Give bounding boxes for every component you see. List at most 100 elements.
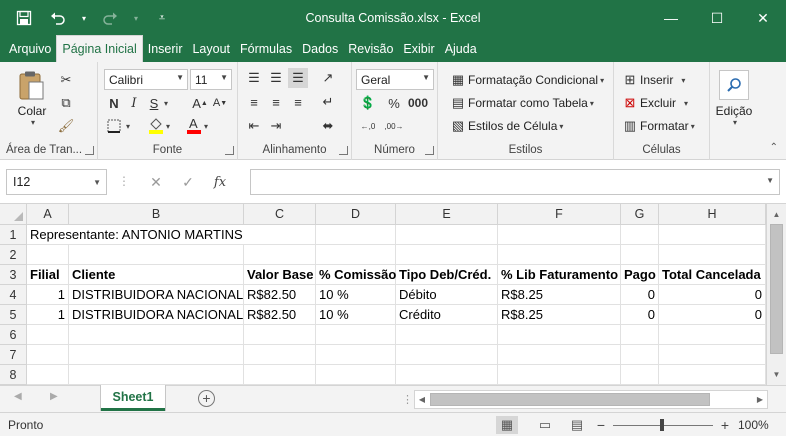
editing-button[interactable]: Edição ▾ <box>712 70 756 127</box>
orientation-icon[interactable]: ↗ <box>318 68 338 88</box>
cell-styles-button[interactable]: ▧ Estilos de Célula ▾ <box>448 116 564 136</box>
cell-d6[interactable] <box>316 325 396 345</box>
table-cell-tipo[interactable]: Crédito <box>396 305 498 325</box>
increase-font-icon[interactable]: A ▲ <box>190 93 210 113</box>
scroll-down-icon[interactable]: ▼ <box>767 366 786 383</box>
merge-center-icon[interactable]: ⬌ <box>318 116 338 136</box>
next-sheet-icon[interactable]: ▶ <box>50 391 58 402</box>
table-cell-total-cancelada[interactable]: 0 <box>659 305 766 325</box>
cell-f2[interactable] <box>498 245 621 265</box>
cell-b7[interactable] <box>69 345 244 365</box>
undo-icon[interactable] <box>46 6 70 30</box>
cell-a2[interactable] <box>27 245 69 265</box>
vertical-scroll-thumb[interactable] <box>770 224 783 354</box>
row-header-4[interactable]: 4 <box>0 285 27 305</box>
undo-dropdown-icon[interactable]: ▾ <box>80 6 88 30</box>
normal-view-icon[interactable]: ▦ <box>496 416 518 434</box>
header-comissao[interactable]: % Comissão <box>316 265 396 285</box>
cell-d7[interactable] <box>316 345 396 365</box>
cell-h2[interactable] <box>659 245 766 265</box>
cell-e1[interactable] <box>396 225 498 245</box>
align-center-icon[interactable]: ≡ <box>266 92 286 112</box>
table-cell-filial[interactable]: 1 <box>27 285 69 305</box>
accounting-icon[interactable]: 💲 <box>358 93 378 113</box>
table-cell-comissao[interactable]: 10 % <box>316 305 396 325</box>
cell-a7[interactable] <box>27 345 69 365</box>
tab-split-handle-icon[interactable]: ⋮ <box>402 393 413 406</box>
copy-icon[interactable]: ⧉ <box>56 93 76 113</box>
tab-layout[interactable]: Layout <box>187 36 235 62</box>
cell-g6[interactable] <box>621 325 659 345</box>
table-cell-lib-faturamento[interactable]: R$8.25 <box>498 285 621 305</box>
column-header-e[interactable]: E <box>396 204 498 225</box>
font-color-dropdown-icon[interactable]: ▾ <box>204 122 208 131</box>
header-filial[interactable]: Filial <box>27 265 69 285</box>
font-name-combo[interactable]: Calibri ▼ <box>104 69 188 90</box>
insert-cells-button[interactable]: ⊞ Inserir ▾ <box>620 70 686 90</box>
paste-button[interactable]: Colar ▾ <box>14 70 50 127</box>
tab-exibir[interactable]: Exibir <box>398 36 439 62</box>
zoom-slider[interactable]: − + <box>595 417 731 433</box>
number-launcher-icon[interactable] <box>425 146 434 155</box>
table-cell-filial[interactable]: 1 <box>27 305 69 325</box>
align-bottom-icon[interactable]: ☰ <box>288 68 308 88</box>
table-cell-pago[interactable]: 0 <box>621 285 659 305</box>
cell-d1[interactable] <box>316 225 396 245</box>
font-launcher-icon[interactable] <box>225 146 234 155</box>
format-painter-icon[interactable]: 🖌 <box>56 116 76 136</box>
column-header-c[interactable]: C <box>244 204 316 225</box>
cell-e8[interactable] <box>396 365 498 385</box>
table-cell-comissao[interactable]: 10 % <box>316 285 396 305</box>
worksheet-grid[interactable]: A B C D E F G H 1 2 3 4 5 6 7 8 Represen… <box>0 204 766 385</box>
cell-g7[interactable] <box>621 345 659 365</box>
cell-e7[interactable] <box>396 345 498 365</box>
table-cell-pago[interactable]: 0 <box>621 305 659 325</box>
cell-c7[interactable] <box>244 345 316 365</box>
cell-a8[interactable] <box>27 365 69 385</box>
tab-arquivo[interactable]: Arquivo <box>4 36 56 62</box>
cell-g8[interactable] <box>621 365 659 385</box>
redo-icon[interactable] <box>98 6 122 30</box>
tab-inserir[interactable]: Inserir <box>143 36 188 62</box>
conditional-formatting-button[interactable]: ▦ Formatação Condicional ▾ <box>448 70 604 90</box>
zoom-level[interactable]: 100% <box>738 418 769 432</box>
cut-icon[interactable]: ✂ <box>56 70 76 90</box>
table-cell-cliente[interactable]: DISTRIBUIDORA NACIONAL <box>69 285 244 305</box>
expand-formula-bar-icon[interactable]: ▼ <box>766 176 774 185</box>
font-color-icon[interactable]: A <box>184 114 204 136</box>
cell-h7[interactable] <box>659 345 766 365</box>
column-header-b[interactable]: B <box>69 204 244 225</box>
zoom-track[interactable] <box>613 418 713 431</box>
column-header-a[interactable]: A <box>27 204 69 225</box>
add-sheet-icon[interactable]: + <box>198 390 215 407</box>
cell-g1[interactable] <box>621 225 659 245</box>
cell-b6[interactable] <box>69 325 244 345</box>
scroll-up-icon[interactable]: ▲ <box>767 206 786 223</box>
align-middle-icon[interactable]: ☰ <box>266 68 286 88</box>
save-icon[interactable] <box>12 6 36 30</box>
cell-f6[interactable] <box>498 325 621 345</box>
scroll-right-icon[interactable]: ▶ <box>753 391 767 408</box>
tab-revisao[interactable]: Revisão <box>343 36 398 62</box>
cell-f7[interactable] <box>498 345 621 365</box>
close-icon[interactable]: ✕ <box>740 0 786 36</box>
table-cell-tipo[interactable]: Débito <box>396 285 498 305</box>
row-header-3[interactable]: 3 <box>0 265 27 285</box>
cell-c6[interactable] <box>244 325 316 345</box>
cell-b2[interactable] <box>69 245 244 265</box>
row-header-8[interactable]: 8 <box>0 365 27 385</box>
cell-c8[interactable] <box>244 365 316 385</box>
sheet-tab-sheet1[interactable]: Sheet1 <box>101 385 165 411</box>
row-header-5[interactable]: 5 <box>0 305 27 325</box>
insert-function-icon[interactable]: fx <box>204 175 236 190</box>
table-cell-lib-faturamento[interactable]: R$8.25 <box>498 305 621 325</box>
tab-pagina-inicial[interactable]: Página Inicial <box>56 35 143 62</box>
zoom-out-icon[interactable]: − <box>595 417 607 433</box>
collapse-ribbon-icon[interactable]: ⌃ <box>770 142 778 153</box>
font-size-combo[interactable]: 11 ▼ <box>190 69 232 90</box>
cell-d2[interactable] <box>316 245 396 265</box>
scroll-left-icon[interactable]: ◀ <box>415 391 429 408</box>
delete-cells-button[interactable]: ⊠ Excluir ▾ <box>620 93 688 113</box>
column-header-g[interactable]: G <box>621 204 659 225</box>
column-header-h[interactable]: H <box>659 204 766 225</box>
